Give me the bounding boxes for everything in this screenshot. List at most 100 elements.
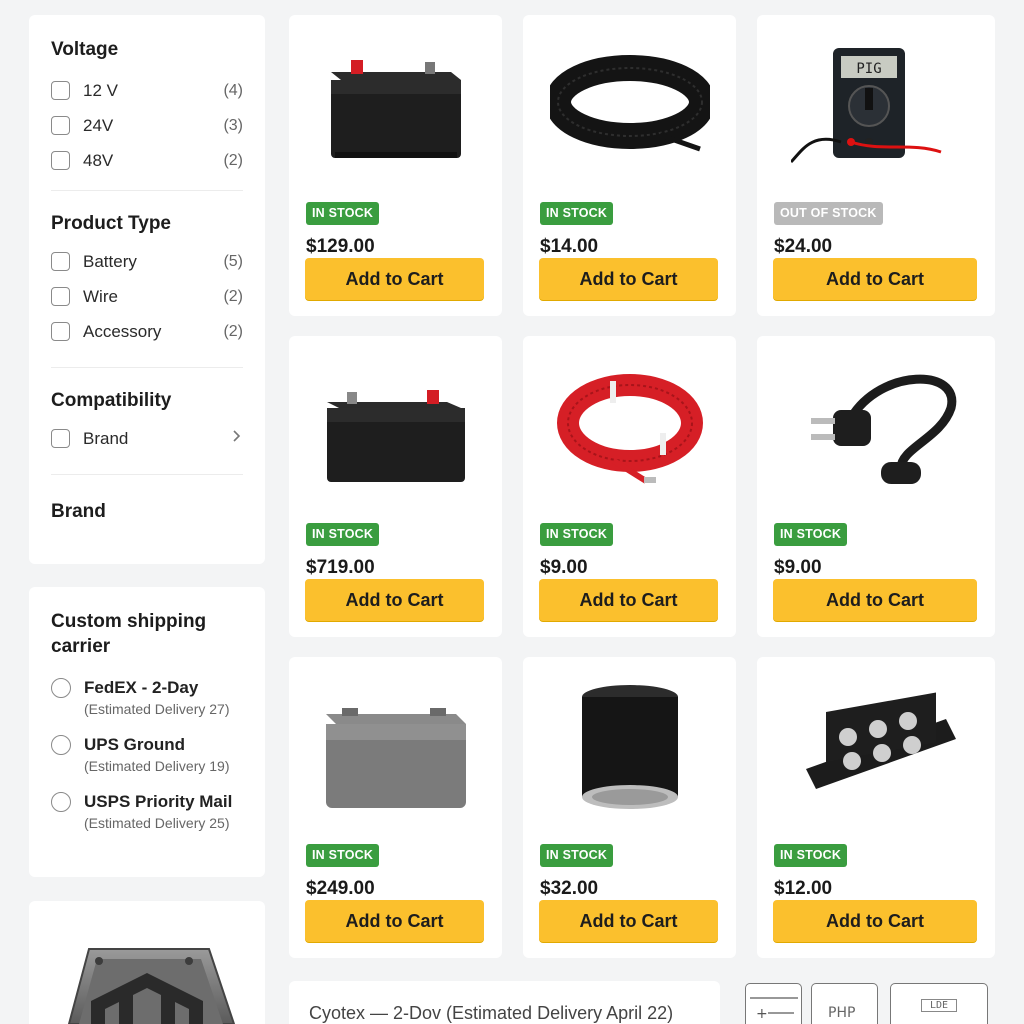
php-label: PHP <box>828 1005 856 1021</box>
product-card[interactable]: IN STOCK $9.00 Add to Cart <box>523 336 736 637</box>
shipping-option-name: FedEX - 2-Day <box>84 678 199 697</box>
filter-title-voltage: Voltage <box>51 39 119 60</box>
stock-badge: IN STOCK <box>774 844 848 867</box>
filter-option-accessory[interactable]: Accessory (2) <box>51 314 243 349</box>
product-price: $12.00 <box>774 878 833 899</box>
divider <box>51 367 243 368</box>
shipping-option-estimate: (Estimated Delivery 27) <box>84 701 230 717</box>
filter-option-count: (2) <box>223 287 243 305</box>
filter-option-battery[interactable]: Battery (5) <box>51 244 243 279</box>
radio-button[interactable] <box>51 792 71 812</box>
php-widget-icon[interactable]: PHP <box>811 983 878 1024</box>
add-to-cart-button[interactable]: Add to Cart <box>539 579 718 621</box>
add-to-cart-button[interactable]: Add to Cart <box>773 900 977 942</box>
shipping-option-name: UPS Ground <box>84 735 186 754</box>
checkbox[interactable] <box>51 322 70 341</box>
shipping-option-fedex[interactable]: FedEX - 2-Day (Estimated Delivery 27) <box>51 677 243 720</box>
stock-badge: IN STOCK <box>306 844 380 867</box>
filter-title-brand[interactable]: Brand <box>51 501 243 523</box>
chevron-right-icon[interactable] <box>229 429 243 448</box>
product-card[interactable]: PIG OUT OF STOCK $24.00 Add to Cart <box>757 15 995 316</box>
shipping-option-estimate: (Estimated Delivery 19) <box>84 758 230 774</box>
filter-option-24v[interactable]: 24V (3) <box>51 108 243 143</box>
product-card[interactable]: IN STOCK $249.00 Add to Cart <box>289 657 502 958</box>
product-card[interactable]: IN STOCK $12.00 Add to Cart <box>757 657 995 958</box>
product-price: $24.00 <box>774 236 833 257</box>
shipping-option-ups[interactable]: UPS Ground (Estimated Delivery 19) <box>51 734 243 777</box>
svg-text:PIG: PIG <box>856 61 881 77</box>
checkbox[interactable] <box>51 151 70 170</box>
filter-option-label: Brand <box>83 428 129 448</box>
shipping-option-name: USPS Priority Mail <box>84 792 233 811</box>
divider <box>51 190 243 191</box>
add-to-cart-button[interactable]: Add to Cart <box>539 258 718 300</box>
filter-option-label: Wire <box>83 286 118 306</box>
product-card[interactable]: IN STOCK $129.00 Add to Cart <box>289 15 502 316</box>
stock-badge: IN STOCK <box>306 523 380 546</box>
filter-panel: Voltage 12 V (4) 24V (3) 48V (2) Product… <box>29 15 265 564</box>
filter-option-12v[interactable]: 12 V (4) <box>51 73 243 108</box>
delivery-info-bar: Cyotex — 2-Dov (Estimated Delivery April… <box>289 981 720 1024</box>
filter-title-compatibility: Compatibility <box>51 390 172 411</box>
ldb-label: LDE <box>921 999 958 1012</box>
filter-option-count: (4) <box>223 81 243 99</box>
shipping-option-usps[interactable]: USPS Priority Mail (Estimated Delivery 2… <box>51 791 243 834</box>
filter-option-label: 12 V <box>83 80 118 100</box>
add-to-cart-button[interactable]: Add to Cart <box>773 579 977 621</box>
filter-option-count: (3) <box>223 116 243 134</box>
database-widget-icon[interactable]: LDE <box>890 983 988 1024</box>
filter-option-48v[interactable]: 48V (2) <box>51 143 243 178</box>
svg-text:+: + <box>756 1006 768 1022</box>
filter-option-count: (2) <box>223 322 243 340</box>
checkbox[interactable] <box>51 429 70 448</box>
logo-panel <box>29 901 265 1024</box>
radio-button[interactable] <box>51 735 71 755</box>
product-card[interactable]: IN STOCK $32.00 Add to Cart <box>523 657 736 958</box>
shipping-carrier-panel: Custom shipping carrier FedEX - 2-Day (E… <box>29 587 265 877</box>
gray-battery-icon[interactable] <box>289 669 502 829</box>
filter-option-count: (5) <box>223 252 243 270</box>
product-price: $719.00 <box>306 557 375 578</box>
wire-coil-icon[interactable] <box>523 27 736 187</box>
product-price: $9.00 <box>540 557 588 578</box>
checkbox[interactable] <box>51 287 70 306</box>
stock-badge: IN STOCK <box>540 844 614 867</box>
add-to-cart-button[interactable]: Add to Cart <box>539 900 718 942</box>
product-card[interactable]: IN STOCK $14.00 Add to Cart <box>523 15 736 316</box>
calculator-icon[interactable]: + <box>745 983 802 1024</box>
filter-option-label: 48V <box>83 150 114 170</box>
filter-option-label: Battery <box>83 251 137 271</box>
product-price: $249.00 <box>306 878 375 899</box>
add-to-cart-button[interactable]: Add to Cart <box>305 900 484 942</box>
oil-filter-icon[interactable] <box>523 669 736 829</box>
delivery-info-text: Cyotex — 2-Dov (Estimated Delivery April… <box>309 1003 674 1023</box>
product-price: $14.00 <box>540 236 599 257</box>
product-card[interactable]: IN STOCK $9.00 Add to Cart <box>757 336 995 637</box>
add-to-cart-button[interactable]: Add to Cart <box>305 258 484 300</box>
stock-badge: OUT OF STOCK <box>774 202 883 225</box>
checkbox[interactable] <box>51 81 70 100</box>
checkbox[interactable] <box>51 116 70 135</box>
filter-option-label: Accessory <box>83 321 162 341</box>
shipping-title: Custom shipping carrier <box>51 611 207 657</box>
product-price: $32.00 <box>540 878 599 899</box>
filter-option-wire[interactable]: Wire (2) <box>51 279 243 314</box>
product-price: $129.00 <box>306 236 375 257</box>
stock-badge: IN STOCK <box>306 202 380 225</box>
power-plug-icon[interactable] <box>757 348 995 508</box>
filter-option-brand[interactable]: Brand <box>51 421 243 456</box>
add-to-cart-button[interactable]: Add to Cart <box>305 579 484 621</box>
multimeter-icon[interactable]: PIG <box>757 27 995 187</box>
battery-icon[interactable] <box>289 348 502 508</box>
battery-icon[interactable] <box>289 27 502 187</box>
magento-logo-icon <box>67 948 236 1024</box>
widget-icons: + PHP LDE <box>745 983 995 1024</box>
red-wire-coil-icon[interactable] <box>523 348 736 508</box>
radio-button[interactable] <box>51 678 71 698</box>
filter-option-count: (2) <box>223 151 243 169</box>
add-to-cart-button[interactable]: Add to Cart <box>773 258 977 300</box>
checkbox[interactable] <box>51 252 70 271</box>
filter-title-product-type: Product Type <box>51 213 171 234</box>
product-card[interactable]: IN STOCK $719.00 Add to Cart <box>289 336 502 637</box>
terminal-block-icon[interactable] <box>757 669 995 829</box>
